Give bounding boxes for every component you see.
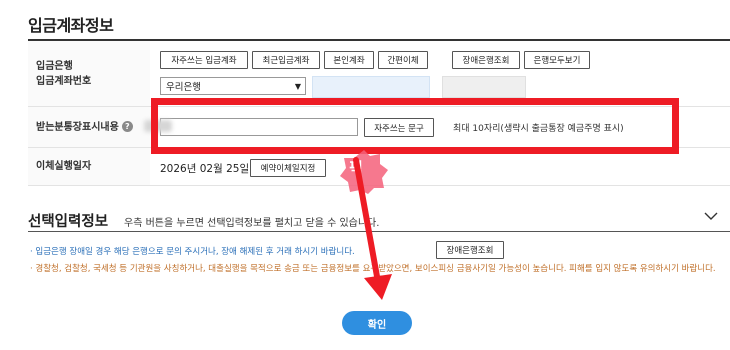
account-number-input[interactable] (312, 76, 430, 98)
confirm-button[interactable]: 확인 (342, 311, 412, 335)
optional-section-title: 선택입력정보 (28, 214, 109, 230)
schedule-transfer-button[interactable]: 예약이체일지정 (250, 159, 326, 177)
section-title: 입금계좌정보 (28, 16, 114, 35)
memo-label-cell: 받는분통장표시내용? (28, 107, 150, 147)
my-account-button[interactable]: 본인계좌 (324, 51, 374, 69)
memo-label-wrap: 받는분통장표시내용? (36, 120, 150, 135)
chevron-down-icon: ▼ (294, 82, 301, 91)
help-icon[interactable]: ? (121, 121, 133, 132)
badge-text: 픽 (349, 159, 363, 177)
transfer-date: 2026년 02월 25일 (160, 163, 250, 175)
bank-select[interactable]: 우리은행 ▼ (160, 77, 306, 95)
favorite-account-button[interactable]: 자주쓰는 입금계좌 (160, 51, 248, 69)
bank-failure-notice: · 입금은행 장애일 경우 해당 은행으로 문의 주시거나, 장애 해제된 후 … (30, 247, 355, 257)
bank-label: 입금은행 (36, 60, 73, 72)
easy-transfer-button[interactable]: 간편이체 (378, 51, 428, 69)
account-label: 입금은행 입금계좌번호 (28, 41, 150, 106)
failed-bank-lookup-button[interactable]: 장애은행조회 (452, 51, 520, 69)
account-holder-field (442, 76, 526, 98)
failed-bank-lookup-button-2[interactable]: 장애은행조회 (436, 241, 504, 259)
highlight-box (151, 98, 679, 154)
bank-select-value: 우리은행 (166, 82, 201, 93)
all-banks-button[interactable]: 은행모두보기 (524, 51, 590, 69)
memo-label: 받는분통장표시내용 (36, 121, 119, 133)
recent-account-button[interactable]: 최근입금계좌 (252, 51, 320, 69)
phishing-warning: · 경찰청, 검찰청, 국세청 등 기관원을 사칭하거나, 대출실행을 목적으로… (30, 264, 716, 274)
date-label-text: 이체실행일자 (36, 161, 92, 172)
account-number-label: 입금계좌번호 (36, 75, 92, 87)
chevron-down-icon[interactable] (704, 209, 718, 223)
badge-icon (340, 150, 388, 194)
divider (28, 231, 730, 232)
optional-section-desc: 우측 버튼을 누르면 선택입력정보를 펼치고 닫을 수 있습니다. (124, 218, 380, 229)
date-label: 이체실행일자 (28, 148, 150, 185)
